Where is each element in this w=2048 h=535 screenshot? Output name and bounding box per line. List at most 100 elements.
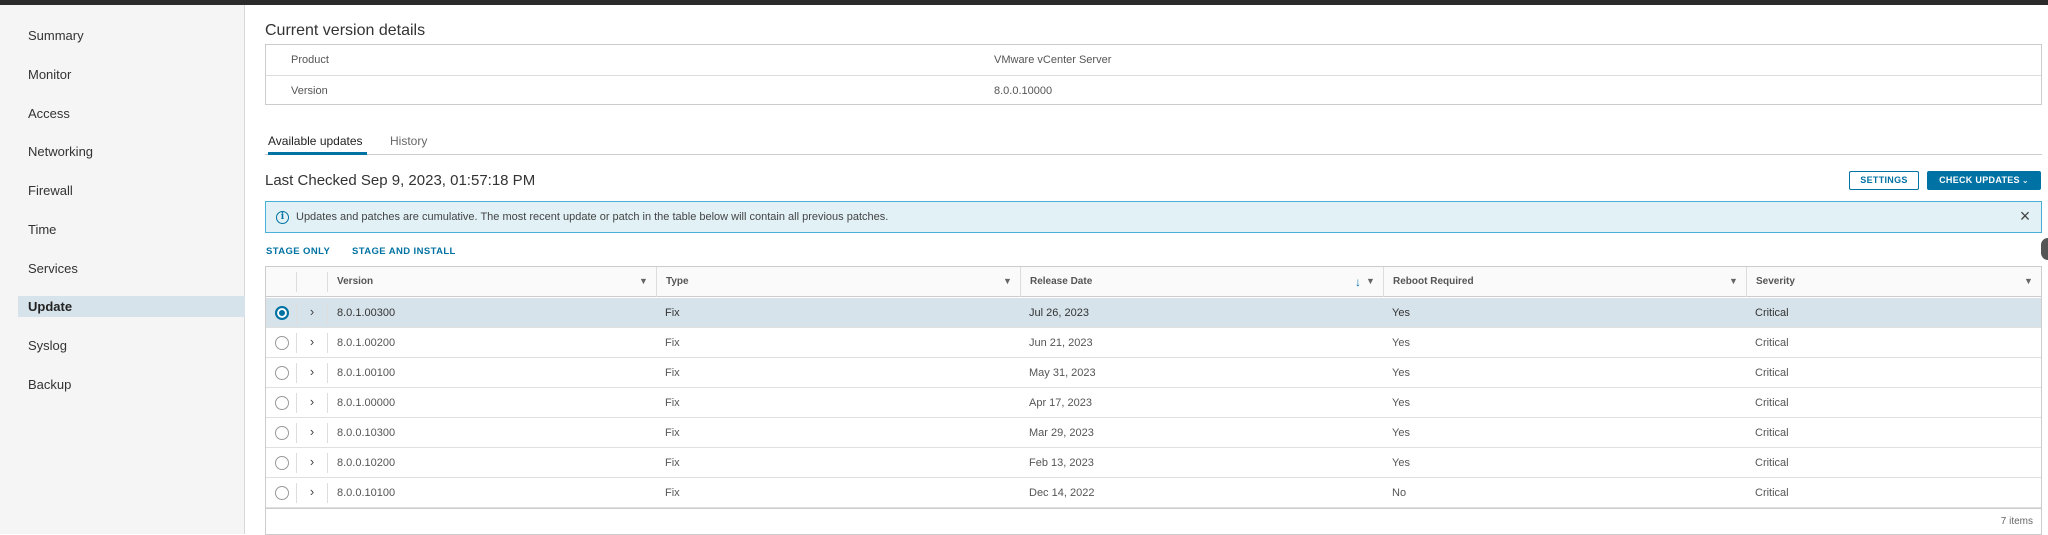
last-checked-text: Last Checked Sep 9, 2023, 01:57:18 PM [265, 172, 536, 189]
section-title: Current version details [265, 22, 426, 39]
column-header-reboot-required-label: Reboot Required [1393, 276, 1474, 287]
row-radio[interactable] [275, 456, 289, 470]
updates-grid: Version ▼ Type ▼ Release Date ↓ ▼ Reboot… [265, 266, 2042, 535]
sidebar: Summary Monitor Access Networking Firewa… [0, 5, 245, 534]
column-header-type[interactable]: Type ▼ [656, 267, 1020, 297]
cell-type: Fix [665, 457, 680, 469]
cell-version: 8.0.1.00100 [337, 367, 396, 379]
cell-type: Fix [665, 337, 680, 349]
chevron-down-icon: ⌄ [2021, 176, 2029, 185]
row-radio[interactable] [275, 426, 289, 440]
cell-type: Fix [665, 427, 680, 439]
filter-icon[interactable]: ▼ [1366, 276, 1375, 286]
item-count: 7 items [2000, 516, 2033, 527]
column-header-severity[interactable]: Severity ▼ [1746, 267, 2041, 297]
cell-reboot-required: Yes [1392, 307, 1410, 319]
cell-severity: Critical [1755, 457, 1789, 469]
chevron-right-icon[interactable]: › [305, 304, 319, 320]
cell-reboot-required: Yes [1392, 427, 1410, 439]
row-radio[interactable] [275, 366, 289, 380]
chevron-right-icon[interactable]: › [305, 454, 319, 470]
version-details-table: Product VMware vCenter Server Version 8.… [265, 44, 2042, 105]
chevron-right-icon[interactable]: › [305, 484, 319, 500]
column-divider [296, 423, 297, 443]
version-label: Version [291, 85, 328, 97]
cell-version: 8.0.1.00200 [337, 337, 396, 349]
column-header-reboot-required[interactable]: Reboot Required ▼ [1383, 267, 1746, 297]
grid-header: Version ▼ Type ▼ Release Date ↓ ▼ Reboot… [266, 267, 2041, 297]
table-row[interactable]: › 8.0.1.00300 Fix Jul 26, 2023 Yes Criti… [266, 298, 2041, 328]
sidebar-item-networking[interactable]: Networking [18, 141, 245, 162]
chevron-right-icon[interactable]: › [305, 364, 319, 380]
filter-icon[interactable]: ▼ [1003, 276, 1012, 286]
cell-type: Fix [665, 487, 680, 499]
table-row[interactable]: › 8.0.0.10300 Fix Mar 29, 2023 Yes Criti… [266, 418, 2041, 448]
stage-only-button[interactable]: STAGE ONLY [266, 246, 330, 257]
column-divider [296, 272, 297, 292]
column-divider [296, 483, 297, 503]
cell-reboot-required: No [1392, 487, 1407, 499]
main-content: Current version details Product VMware v… [246, 5, 2048, 535]
sidebar-item-backup[interactable]: Backup [18, 374, 245, 395]
row-radio[interactable] [275, 306, 289, 320]
column-divider [327, 303, 328, 323]
stage-and-install-button[interactable]: STAGE AND INSTALL [352, 246, 456, 257]
close-icon[interactable]: × [2015, 206, 2035, 226]
column-divider [327, 423, 328, 443]
check-updates-label: CHECK UPDATES [1939, 175, 2020, 185]
settings-button[interactable]: SETTINGS [1849, 171, 1919, 190]
cell-release-date: Jul 26, 2023 [1029, 307, 1089, 319]
column-header-severity-label: Severity [1756, 276, 1795, 287]
side-panel-toggle[interactable] [2041, 238, 2048, 260]
cell-version: 8.0.0.10300 [337, 427, 396, 439]
column-divider [327, 483, 328, 503]
check-updates-button[interactable]: CHECK UPDATES ⌄ [1927, 171, 2041, 190]
version-row: Version 8.0.0.10000 [266, 75, 2041, 105]
table-row[interactable]: › 8.0.0.10200 Fix Feb 13, 2023 Yes Criti… [266, 448, 2041, 478]
chevron-right-icon[interactable]: › [305, 334, 319, 350]
row-radio[interactable] [275, 336, 289, 350]
cell-release-date: Mar 29, 2023 [1029, 427, 1094, 439]
column-divider [296, 363, 297, 383]
sidebar-item-services[interactable]: Services [18, 258, 245, 279]
filter-icon[interactable]: ▼ [2024, 276, 2033, 286]
tab-history[interactable]: History [390, 129, 427, 155]
table-row[interactable]: › 8.0.1.00200 Fix Jun 21, 2023 Yes Criti… [266, 328, 2041, 358]
sidebar-item-syslog[interactable]: Syslog [18, 335, 245, 356]
column-divider [296, 453, 297, 473]
sidebar-item-summary[interactable]: Summary [18, 25, 245, 46]
sidebar-item-update[interactable]: Update [18, 296, 245, 317]
column-divider [296, 333, 297, 353]
table-row[interactable]: › 8.0.0.10100 Fix Dec 14, 2022 No Critic… [266, 478, 2041, 508]
cell-version: 8.0.0.10100 [337, 487, 396, 499]
cell-reboot-required: Yes [1392, 337, 1410, 349]
filter-icon[interactable]: ▼ [639, 276, 648, 286]
version-value: 8.0.0.10000 [994, 85, 1053, 97]
column-divider [327, 453, 328, 473]
table-row[interactable]: › 8.0.1.00000 Fix Apr 17, 2023 Yes Criti… [266, 388, 2041, 418]
chevron-right-icon[interactable]: › [305, 424, 319, 440]
filter-icon[interactable]: ▼ [1729, 276, 1738, 286]
sort-descending-icon[interactable]: ↓ [1355, 267, 1361, 297]
row-radio[interactable] [275, 486, 289, 500]
row-radio[interactable] [275, 396, 289, 410]
sidebar-item-time[interactable]: Time [18, 219, 245, 240]
sidebar-item-monitor[interactable]: Monitor [18, 64, 245, 85]
column-header-release-date-label: Release Date [1030, 276, 1093, 287]
sidebar-item-access[interactable]: Access [18, 103, 245, 124]
cell-type: Fix [665, 397, 680, 409]
alert-text: Updates and patches are cumulative. The … [296, 211, 889, 223]
chevron-right-icon[interactable]: › [305, 394, 319, 410]
cell-reboot-required: Yes [1392, 367, 1410, 379]
sidebar-item-firewall[interactable]: Firewall [18, 180, 245, 201]
cell-severity: Critical [1755, 397, 1789, 409]
column-divider [327, 363, 328, 383]
column-header-release-date[interactable]: Release Date ↓ ▼ [1020, 267, 1383, 297]
info-alert: i Updates and patches are cumulative. Th… [265, 201, 2042, 233]
table-row[interactable]: › 8.0.1.00100 Fix May 31, 2023 Yes Criti… [266, 358, 2041, 388]
tab-available-updates[interactable]: Available updates [268, 129, 367, 155]
cell-release-date: Apr 17, 2023 [1029, 397, 1092, 409]
column-header-version[interactable]: Version ▼ [328, 267, 656, 297]
product-label: Product [291, 54, 329, 66]
cell-release-date: Dec 14, 2022 [1029, 487, 1095, 499]
